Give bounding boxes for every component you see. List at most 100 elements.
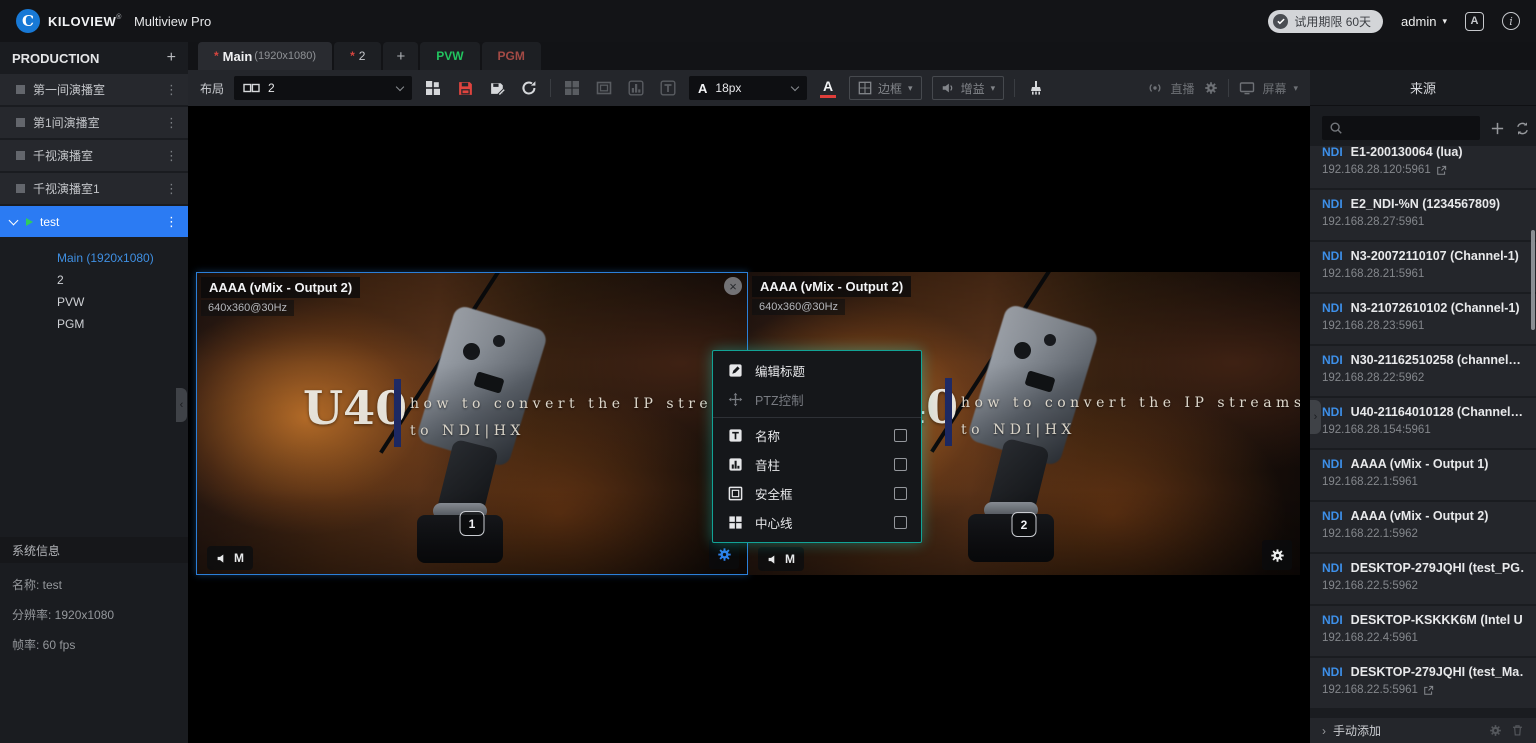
apply-layout-button[interactable] — [422, 77, 444, 99]
source-resolution-badge: 640x360@30Hz — [201, 300, 294, 316]
user-menu[interactable]: admin ▾ — [1401, 14, 1447, 29]
audio-meter-button[interactable] — [625, 77, 647, 99]
view-tab-bar: * Main (1920x1080) * 2 + PVW PGM — [188, 42, 1536, 70]
video-overlay-subtitle: how to convert the IP streams to NDI|HX — [410, 391, 748, 444]
add-production-button[interactable]: + — [167, 49, 176, 67]
toolbar-divider — [550, 79, 551, 97]
chevron-down-icon — [9, 215, 19, 225]
external-link-icon[interactable] — [1423, 685, 1434, 696]
mute-badge[interactable]: M — [207, 546, 253, 570]
source-item[interactable]: NDIE2_NDI-%N (1234567809) 192.168.28.27:… — [1310, 190, 1536, 240]
more-vertical-icon[interactable]: ⋮ — [165, 181, 178, 197]
view-item-pvw[interactable]: PVW — [57, 291, 188, 313]
search-icon — [1329, 121, 1343, 135]
refresh-button[interactable] — [518, 77, 540, 99]
external-link-icon[interactable] — [1436, 165, 1447, 176]
more-vertical-icon[interactable]: ⋮ — [165, 148, 178, 164]
view-item-pgm[interactable]: PGM — [57, 313, 188, 335]
tab-main[interactable]: * Main (1920x1080) — [198, 42, 332, 70]
menu-item-audio-meter-toggle[interactable]: 音柱 — [713, 450, 921, 479]
tab-pgm[interactable]: PGM — [482, 42, 541, 70]
more-vertical-icon[interactable]: ⋮ — [165, 214, 178, 230]
source-item[interactable]: NDIN3-20072110107 (Channel-1) 192.168.28… — [1310, 242, 1536, 292]
search-input[interactable] — [1322, 116, 1480, 140]
checkbox[interactable] — [894, 487, 907, 500]
font-color-letter: A — [823, 79, 833, 94]
sidebar-item-room-2[interactable]: 第1间演播室 ⋮ — [0, 107, 188, 138]
source-item[interactable]: NDIDESKTOP-279JQHI (test_Ma… 192.168.22.… — [1310, 658, 1536, 708]
grid-overlay-button[interactable] — [561, 77, 583, 99]
source-item[interactable]: NDIN3-21072610102 (Channel-1) 192.168.28… — [1310, 294, 1536, 344]
source-item[interactable]: NDIAAAA (vMix - Output 2) 192.168.22.1:5… — [1310, 502, 1536, 552]
sidebar-item-room-3[interactable]: 千视演播室 ⋮ — [0, 140, 188, 171]
source-item[interactable]: NDIE1-200130064 (lua) 192.168.28.120:596… — [1310, 146, 1536, 188]
checkbox[interactable] — [894, 429, 907, 442]
sidebar-item-room-4[interactable]: 千视演播室1 ⋮ — [0, 173, 188, 204]
source-item[interactable]: NDIDESKTOP-279JQHI (test_PG… 192.168.22.… — [1310, 554, 1536, 604]
top-bar: C KILOVIEW® Multiview Pro 试用期限 60天 admin… — [0, 0, 1536, 42]
sidebar-item-room-test-active[interactable]: test ⋮ — [0, 206, 188, 237]
gain-button[interactable]: 增益 ▾ — [932, 76, 1005, 100]
checkbox[interactable] — [894, 516, 907, 529]
close-icon[interactable]: × — [724, 277, 742, 295]
mute-badge[interactable]: M — [758, 547, 804, 571]
menu-item-safe-frame-toggle[interactable]: 安全框 — [713, 479, 921, 508]
menu-item-ptz-control[interactable]: PTZ控制 — [713, 385, 921, 414]
refresh-sources-button[interactable] — [1515, 121, 1530, 136]
menu-item-center-line-toggle[interactable]: 中心线 — [713, 508, 921, 537]
sidebar-collapse-handle-right[interactable]: › — [1310, 400, 1321, 434]
video-panel-1[interactable]: U40 how to convert the IP streams to NDI… — [196, 272, 748, 575]
language-switch-button[interactable]: A — [1465, 12, 1484, 31]
caret-down-icon: ▾ — [908, 83, 913, 94]
panel-settings-gear-icon[interactable] — [709, 539, 739, 569]
border-button[interactable]: 边框 ▾ — [849, 76, 922, 100]
sidebar-collapse-handle-left[interactable]: ‹ — [176, 388, 187, 422]
room-view-list: Main (1920x1080) 2 PVW PGM — [0, 239, 188, 335]
border-label: 边框 — [878, 80, 902, 97]
screen-button[interactable]: 屏幕 ▾ — [1239, 80, 1298, 97]
live-label: 直播 — [1170, 80, 1194, 97]
microphone-shape — [415, 304, 548, 468]
video-overlay-subtitle: how to convert the IP streams to NDI|HX — [961, 390, 1300, 443]
manual-add-row[interactable]: › 手动添加 — [1310, 718, 1536, 743]
scrollbar-thumb[interactable] — [1531, 230, 1535, 330]
manual-add-label: 手动添加 — [1333, 722, 1381, 739]
tab-add-button[interactable]: + — [383, 42, 418, 70]
checkbox[interactable] — [894, 458, 907, 471]
view-item-2[interactable]: 2 — [57, 269, 188, 291]
gear-icon[interactable] — [1489, 724, 1502, 737]
info-button[interactable]: i — [1502, 12, 1520, 30]
edit-icon — [727, 363, 743, 378]
trash-icon[interactable] — [1511, 724, 1524, 737]
sources-search-row — [1310, 106, 1536, 140]
add-source-button[interactable] — [1490, 121, 1505, 136]
ndi-badge: NDI — [1322, 613, 1343, 627]
live-settings-button[interactable] — [1204, 81, 1218, 95]
sidebar-item-room-1[interactable]: 第一间演播室 ⋮ — [0, 74, 188, 105]
menu-item-edit-title[interactable]: 编辑标题 — [713, 356, 921, 385]
save-button[interactable] — [454, 77, 476, 99]
live-button[interactable]: 直播 — [1147, 80, 1194, 97]
source-title-badge: AAAA (vMix - Output 2) — [201, 277, 360, 298]
text-overlay-button[interactable] — [657, 77, 679, 99]
system-info-header: 系统信息 — [0, 537, 188, 563]
name-label-icon — [727, 428, 743, 443]
panel-settings-gear-icon[interactable] — [1262, 540, 1292, 570]
font-size-select[interactable]: A 18px — [689, 76, 807, 100]
more-vertical-icon[interactable]: ⋮ — [165, 115, 178, 131]
save-as-button[interactable] — [486, 77, 508, 99]
clean-brush-button[interactable] — [1025, 77, 1047, 99]
caret-down-icon: ▾ — [1293, 83, 1298, 94]
source-item[interactable]: NDIDESKTOP-KSKKK6M (Intel U… 192.168.22.… — [1310, 606, 1536, 656]
source-item[interactable]: NDIAAAA (vMix - Output 1) 192.168.22.1:5… — [1310, 450, 1536, 500]
menu-item-name-toggle[interactable]: 名称 — [713, 421, 921, 450]
source-item[interactable]: NDIU40-21164010128 (Channel… 192.168.28.… — [1310, 398, 1536, 448]
more-vertical-icon[interactable]: ⋮ — [165, 82, 178, 98]
safe-frame-button[interactable] — [593, 77, 615, 99]
tab-pvw[interactable]: PVW — [420, 42, 479, 70]
tab-2[interactable]: * 2 — [334, 42, 381, 70]
font-color-button[interactable]: A — [817, 79, 839, 98]
view-item-main[interactable]: Main (1920x1080) — [57, 247, 188, 269]
layout-select[interactable]: 2 — [234, 76, 412, 100]
source-item[interactable]: NDIN30-21162510258 (channel… 192.168.28.… — [1310, 346, 1536, 396]
